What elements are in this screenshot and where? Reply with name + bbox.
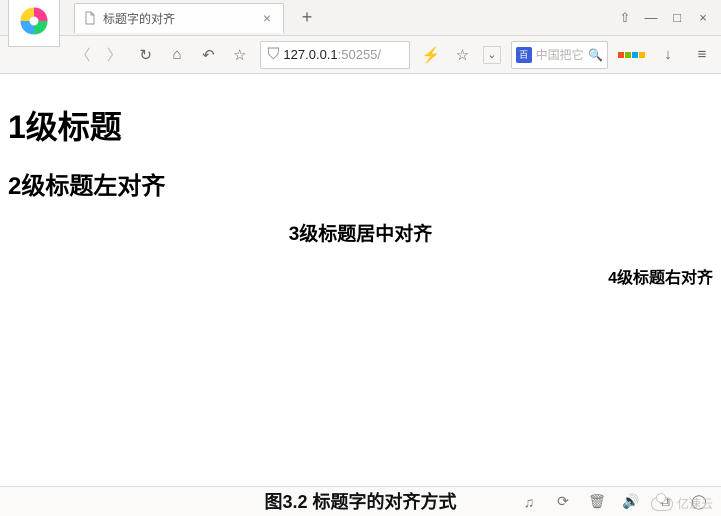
address-host: 127.0.0.1	[283, 47, 337, 62]
address-bar[interactable]: ⛉ 127.0.0.1:50255/	[260, 41, 410, 69]
window-controls: ⇧ — □ ×	[617, 10, 721, 26]
window-minimize-button[interactable]: —	[643, 10, 659, 26]
heading-level-1: 1级标题	[8, 102, 713, 148]
search-engine-icon: 百	[516, 47, 532, 63]
page-viewport: 1级标题 2级标题左对齐 3级标题居中对齐 4级标题右对齐	[0, 74, 721, 486]
search-box[interactable]: 百 中国把它 🔍	[511, 41, 608, 69]
tab-close-button[interactable]: ×	[259, 10, 275, 26]
search-icon[interactable]: 🔍	[588, 48, 603, 62]
nav-back-button[interactable]: 〈	[72, 44, 93, 66]
watermark: 亿速云	[651, 495, 713, 512]
cloud-icon	[651, 497, 673, 511]
bookmark-star-button[interactable]: ☆	[452, 44, 473, 66]
address-port: :50255/	[338, 47, 381, 62]
status-refresh-icon[interactable]: ⟳	[555, 493, 571, 510]
window-maximize-button[interactable]: □	[669, 10, 685, 26]
status-bar: ♫ ⟳ 🗑 🔊 ⧉ ◯	[0, 486, 721, 516]
dropdown-chevron-icon[interactable]: ⌄	[483, 46, 501, 64]
heading-level-3-center: 3级标题居中对齐	[8, 219, 713, 246]
heading-level-4-right: 4级标题右对齐	[8, 264, 713, 288]
flash-icon[interactable]: ⚡	[420, 44, 441, 66]
extensions-icon[interactable]	[618, 52, 645, 58]
watermark-text: 亿速云	[677, 495, 713, 512]
nav-reload-button[interactable]: ↻	[135, 44, 156, 66]
nav-toolbar: 〈 〉 ↻ ⌂ ↶ ☆ ⛉ 127.0.0.1:50255/ ⚡ ☆ ⌄ 百 中…	[0, 36, 721, 74]
app-logo[interactable]	[8, 0, 60, 47]
title-bar: 标题字的对齐 × + ⇧ — □ ×	[0, 0, 721, 36]
nav-home-button[interactable]: ⌂	[166, 44, 187, 66]
tab-strip: 标题字的对齐 × +	[66, 0, 617, 35]
tab-title: 标题字的对齐	[103, 10, 175, 27]
search-placeholder: 中国把它	[536, 46, 584, 63]
nav-favorite-button[interactable]: ☆	[229, 44, 250, 66]
new-tab-button[interactable]: +	[294, 5, 320, 31]
tab-active[interactable]: 标题字的对齐 ×	[74, 3, 284, 33]
browser-window: 标题字的对齐 × + ⇧ — □ × 〈 〉 ↻ ⌂ ↶ ☆ ⛉ 127.0.0…	[0, 0, 721, 516]
menu-button[interactable]: ≡	[691, 44, 713, 66]
window-pin-button[interactable]: ⇧	[617, 10, 633, 26]
page-icon	[83, 11, 97, 25]
status-music-icon[interactable]: ♫	[521, 494, 537, 510]
toolbar-right: ↓ ≡	[618, 44, 713, 66]
window-close-button[interactable]: ×	[695, 10, 711, 26]
heading-level-2-left: 2级标题左对齐	[8, 166, 713, 201]
status-volume-icon[interactable]: 🔊	[623, 493, 639, 510]
downloads-button[interactable]: ↓	[657, 44, 679, 66]
shield-icon: ⛉	[267, 46, 279, 64]
nav-forward-button[interactable]: 〉	[104, 44, 125, 66]
nav-undo-button[interactable]: ↶	[198, 44, 219, 66]
status-trash-icon[interactable]: 🗑	[589, 493, 605, 510]
